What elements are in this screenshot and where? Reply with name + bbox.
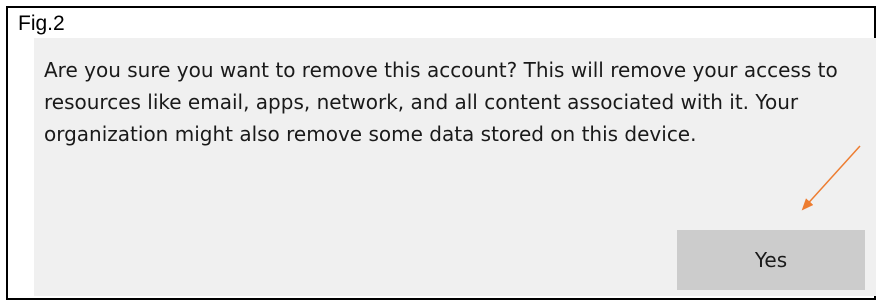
figure-frame: Fig.2 Are you sure you want to remove th… <box>6 6 876 300</box>
figure-label: Fig.2 <box>18 12 65 35</box>
dialog-message: Are you sure you want to remove this acc… <box>44 58 838 146</box>
yes-button[interactable]: Yes <box>677 230 865 290</box>
remove-account-dialog: Are you sure you want to remove this acc… <box>34 38 876 296</box>
